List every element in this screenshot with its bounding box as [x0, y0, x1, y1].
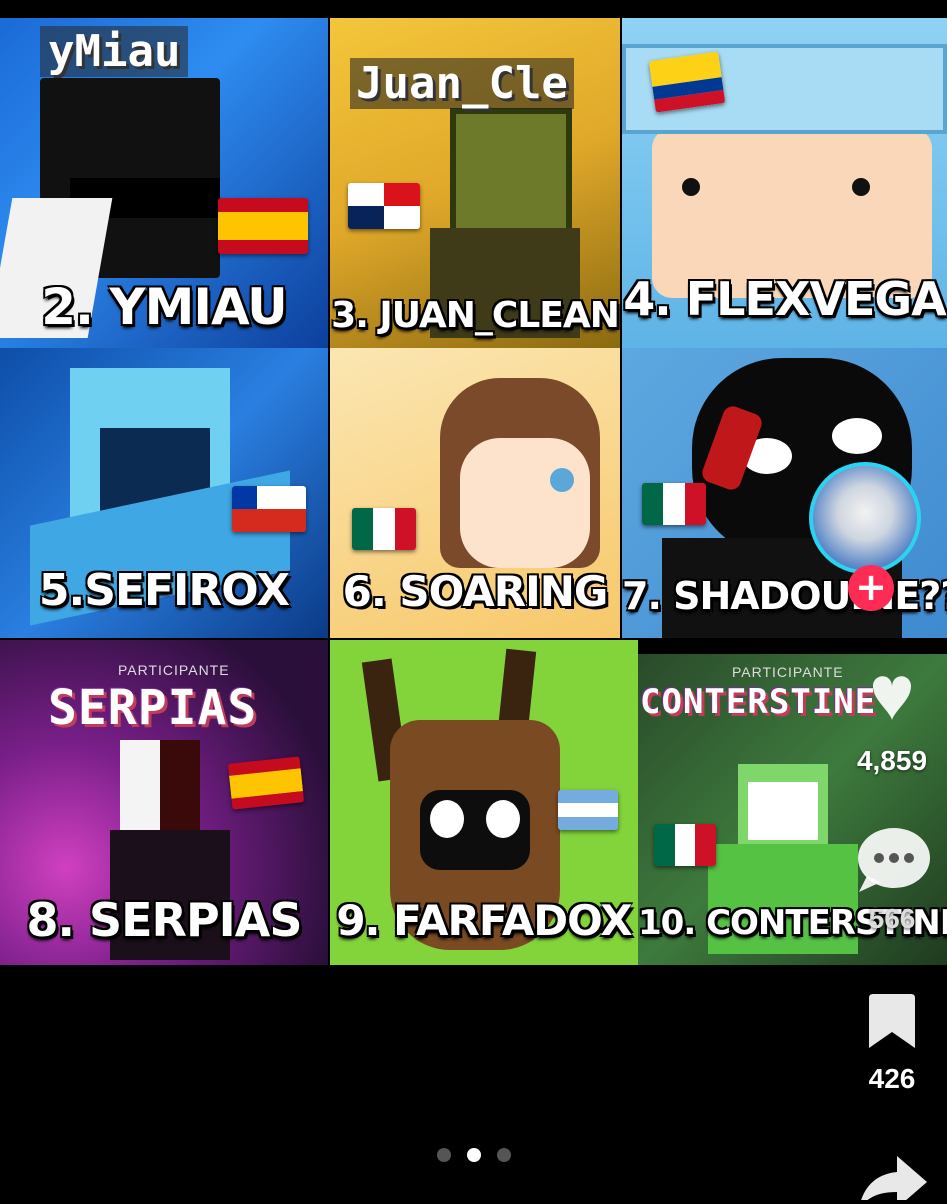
participant-label: PARTICIPANTE: [732, 664, 844, 680]
tile-flexvega: 4. FLEXVEGA: [622, 18, 947, 348]
flag-mexico-icon: [352, 508, 416, 550]
page-dot[interactable]: [496, 1148, 511, 1162]
carousel-pagination: [0, 1148, 947, 1162]
plus-icon: +: [855, 565, 887, 609]
flag-colombia-icon: [648, 51, 726, 113]
tile-label: 6. SOARING: [342, 567, 609, 616]
banner-text: Juan_Cle: [350, 58, 574, 109]
flag-spain-icon: [218, 198, 308, 254]
tile-soaring: 6. SOARING: [330, 348, 620, 638]
flag-mexico-icon: [654, 824, 716, 866]
top-bar: [0, 0, 947, 18]
tile-label: 9. FARFADOX: [336, 896, 632, 945]
participant-name: SERPIAS: [48, 680, 258, 736]
tile-label: 7. SHADOUINE??: [622, 574, 947, 618]
page-dot-active[interactable]: [466, 1148, 481, 1162]
tile-label: 3. JUAN_CLEAN: [331, 295, 620, 336]
save-button[interactable]: [837, 990, 947, 1052]
bookmark-icon: [869, 994, 915, 1048]
comment-button[interactable]: [837, 826, 947, 896]
page-dot[interactable]: [436, 1148, 451, 1162]
banner-text: yMiau: [40, 26, 189, 77]
flag-panama-icon: [348, 183, 420, 229]
flag-spain-icon: [227, 756, 305, 810]
tile-juan-clean: Juan_Cle 3. JUAN_CLEAN: [330, 18, 620, 348]
flag-argentina-icon: [558, 790, 618, 830]
tile-ymiau: yMiau 2. YMIAU: [0, 18, 328, 348]
like-button[interactable]: [837, 668, 947, 728]
tile-farfadox: 9. FARFADOX: [330, 640, 638, 965]
tile-label: 8. SERPIAS: [26, 893, 302, 947]
avatar[interactable]: [809, 462, 921, 574]
tile-label: 2. YMIAU: [41, 278, 288, 336]
post-image[interactable]: yMiau 2. YMIAU Juan_Cle 3. JUAN_CLEAN 4.…: [0, 18, 947, 965]
tile-label: 4. FLEXVEGA: [623, 272, 947, 326]
follow-button[interactable]: +: [848, 565, 894, 611]
save-count: 426: [868, 1063, 916, 1094]
tile-serpias: PARTICIPANTE SERPIAS 8. SERPIAS: [0, 640, 328, 965]
comment-icon: [858, 828, 930, 892]
tile-label: 5.SEFIROX: [38, 565, 290, 616]
participant-label: PARTICIPANTE: [118, 662, 230, 678]
tile-label: 10. CONTERSTINE: [638, 903, 947, 943]
flag-mexico-icon: [642, 483, 706, 525]
heart-icon: [873, 676, 911, 720]
tile-sefirox: 5.SEFIROX: [0, 348, 328, 638]
flag-chile-icon: [232, 486, 306, 532]
